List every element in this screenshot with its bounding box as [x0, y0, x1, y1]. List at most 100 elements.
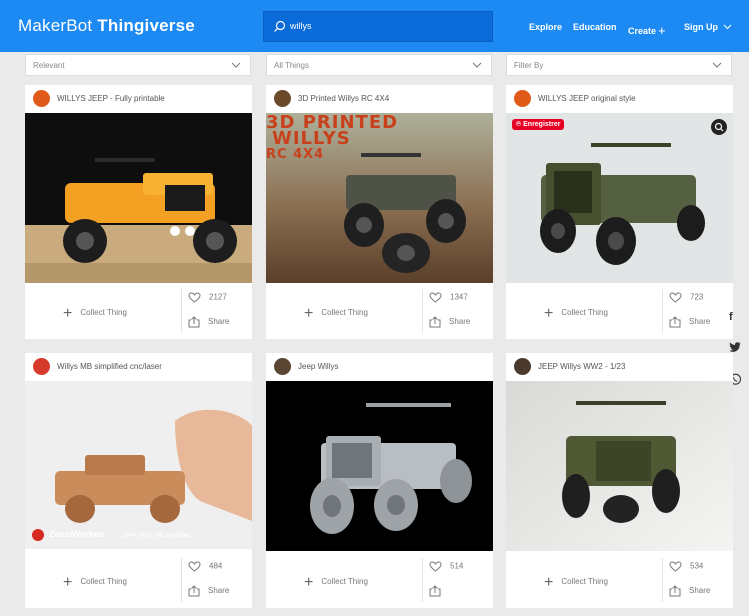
- card-header: Willys MB simplified cnc/laser: [25, 353, 252, 381]
- nav-create-label: Create: [628, 26, 657, 36]
- type-value: All Things: [274, 61, 309, 70]
- share-button[interactable]: Share: [188, 585, 229, 597]
- like-count: 514: [450, 561, 464, 571]
- thing-card[interactable]: WILLYS JEEP original style ℗ Enregistrer…: [506, 85, 733, 339]
- thing-thumbnail[interactable]: [266, 381, 493, 551]
- share-button[interactable]: Share: [669, 585, 710, 597]
- card-footer: + Collect Thing 514: [266, 552, 493, 608]
- avatar[interactable]: [33, 358, 50, 375]
- logo-brand: MakerBot: [18, 16, 93, 35]
- like-button[interactable]: 514: [429, 561, 463, 572]
- chevron-down-icon: [723, 24, 731, 30]
- twitter-bird-icon: [729, 342, 741, 352]
- avatar[interactable]: [514, 358, 531, 375]
- share-button[interactable]: [429, 585, 449, 597]
- card-header: 3D Printed Willys RC 4X4: [266, 85, 493, 113]
- card-title[interactable]: 3D Printed Willys RC 4X4: [298, 94, 389, 103]
- collect-label: Collect Thing: [80, 308, 127, 317]
- collect-label: Collect Thing: [561, 308, 608, 317]
- jeep-image: [506, 113, 733, 283]
- divider: [422, 558, 423, 602]
- thing-card[interactable]: Jeep Willys + Collect Thing 514: [266, 353, 493, 608]
- card-title[interactable]: Jeep Willys: [298, 362, 338, 371]
- thing-thumbnail[interactable]: ZenziWerken 1944 Willys MB simplified: [25, 381, 252, 549]
- card-footer: + Collect Thing 1347 Share: [266, 283, 493, 339]
- collect-thing-button[interactable]: + Collect Thing: [63, 302, 127, 322]
- facebook-icon[interactable]: f: [729, 311, 733, 323]
- nav-create[interactable]: Create +: [628, 22, 666, 38]
- thing-card[interactable]: JEEP Willys WW2 - 1/23 + Collect Thing 53…: [506, 353, 733, 608]
- chevron-down-icon: [712, 62, 722, 68]
- thing-card[interactable]: 3D Printed Willys RC 4X4 3D PRINTED WILL…: [266, 85, 493, 339]
- jeep-image: [266, 381, 493, 551]
- like-count: 723: [690, 292, 704, 302]
- like-button[interactable]: 484: [188, 561, 222, 572]
- avatar[interactable]: [514, 90, 531, 107]
- nav-education[interactable]: Education: [573, 22, 617, 32]
- avatar[interactable]: [274, 90, 291, 107]
- card-footer: + Collect Thing 2127 Share: [25, 283, 252, 339]
- plus-icon: +: [544, 574, 554, 591]
- share-icon: [429, 585, 441, 597]
- thing-thumbnail[interactable]: [25, 113, 252, 283]
- collect-label: Collect Thing: [80, 577, 127, 586]
- top-navigation-bar: MakerBot Thingiverse willys Explore Educ…: [0, 0, 749, 52]
- share-label: Share: [208, 586, 230, 596]
- thing-thumbnail[interactable]: 3D PRINTED WILLYS RC 4X4: [266, 113, 493, 283]
- thing-thumbnail[interactable]: [506, 381, 733, 551]
- magnifier-icon: [714, 122, 724, 132]
- card-title[interactable]: WILLYS JEEP - Fully printable: [57, 94, 165, 103]
- search-box[interactable]: willys: [263, 11, 493, 42]
- visual-search-icon[interactable]: [711, 119, 727, 135]
- site-logo[interactable]: MakerBot Thingiverse: [18, 16, 195, 36]
- like-button[interactable]: 534: [669, 561, 703, 572]
- divider: [422, 289, 423, 333]
- collect-thing-button[interactable]: + Collect Thing: [544, 302, 608, 322]
- share-icon: [669, 585, 681, 597]
- collect-thing-button[interactable]: + Collect Thing: [544, 571, 608, 591]
- collect-thing-button[interactable]: + Collect Thing: [63, 571, 127, 591]
- watermark-brand: ZenziWerken: [49, 529, 105, 539]
- jeep-image: [506, 381, 733, 551]
- like-button[interactable]: 723: [669, 292, 703, 303]
- share-button[interactable]: Share: [188, 316, 229, 328]
- divider: [662, 289, 663, 333]
- save-pin-button[interactable]: ℗ Enregistrer: [512, 119, 565, 130]
- share-icon: [188, 316, 200, 328]
- card-header: Jeep Willys: [266, 353, 493, 381]
- heart-icon: [429, 561, 442, 572]
- share-label: Share: [689, 586, 711, 596]
- like-count: 1347: [450, 292, 468, 302]
- filter-dropdown[interactable]: Filter By: [506, 54, 732, 76]
- like-count: 484: [209, 561, 223, 571]
- plus-icon: +: [544, 305, 554, 322]
- card-footer: + Collect Thing 484 Share: [25, 552, 252, 608]
- avatar[interactable]: [274, 358, 291, 375]
- collect-thing-button[interactable]: + Collect Thing: [304, 302, 368, 322]
- like-button[interactable]: 1347: [429, 292, 468, 303]
- thing-card[interactable]: WILLYS JEEP - Fully printable + Collect T…: [25, 85, 252, 339]
- collect-thing-button[interactable]: + Collect Thing: [304, 571, 368, 591]
- like-count: 534: [690, 561, 704, 571]
- share-button[interactable]: Share: [429, 316, 470, 328]
- share-button[interactable]: Share: [669, 316, 710, 328]
- nav-explore[interactable]: Explore: [529, 22, 562, 32]
- search-input[interactable]: willys: [290, 21, 312, 31]
- card-title[interactable]: Willys MB simplified cnc/laser: [57, 362, 162, 371]
- thing-thumbnail[interactable]: ℗ Enregistrer: [506, 113, 733, 283]
- card-footer: + Collect Thing 534 Share: [506, 552, 733, 608]
- heart-icon: [188, 292, 201, 303]
- card-title[interactable]: WILLYS JEEP original style: [538, 94, 636, 103]
- heart-icon: [669, 561, 682, 572]
- plus-icon: +: [63, 574, 73, 591]
- thing-card[interactable]: Willys MB simplified cnc/laser ZenziWerk…: [25, 353, 252, 608]
- card-title[interactable]: JEEP Willys WW2 - 1/23: [538, 362, 625, 371]
- logo-product: Thingiverse: [97, 16, 195, 35]
- like-button[interactable]: 2127: [188, 292, 227, 303]
- divider: [662, 558, 663, 602]
- type-dropdown[interactable]: All Things: [266, 54, 492, 76]
- avatar[interactable]: [33, 90, 50, 107]
- nav-sign-up[interactable]: Sign Up: [684, 22, 732, 32]
- sort-dropdown[interactable]: Relevant: [25, 54, 251, 76]
- plus-icon: +: [304, 305, 314, 322]
